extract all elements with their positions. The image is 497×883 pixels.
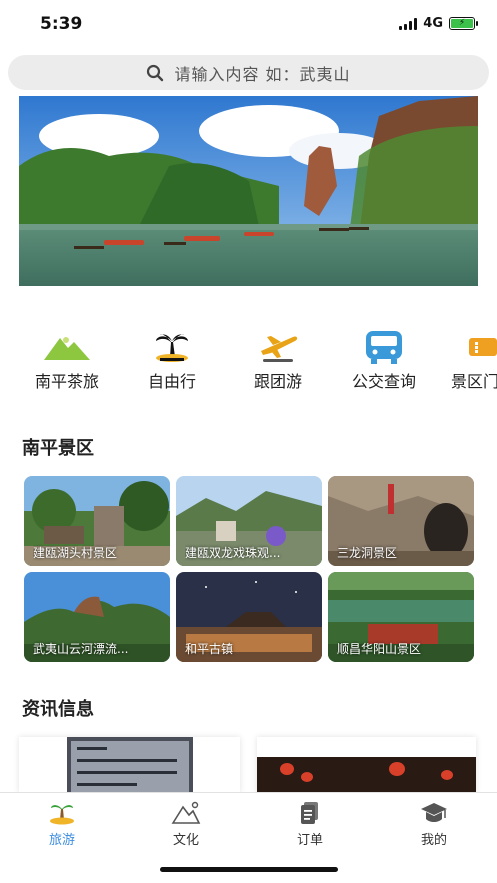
scenic-card[interactable]: 顺昌华阳山景区: [328, 572, 474, 662]
document-icon: [301, 802, 318, 824]
banner-carousel[interactable]: [19, 96, 478, 286]
status-bar: 5:39 4G ⚡: [0, 0, 497, 48]
scenic-card[interactable]: 三龙洞景区: [328, 476, 474, 566]
category-label: 跟团游: [253, 372, 302, 391]
news-thumbnail: [257, 737, 476, 793]
bus-icon: [366, 331, 402, 364]
palm-island-icon: [50, 805, 74, 825]
category-free-travel[interactable]: 自由行: [122, 330, 222, 392]
category-scenic-ticket[interactable]: 景区门: [437, 330, 497, 392]
signal-icon: [399, 17, 418, 30]
status-indicators: 4G ⚡: [399, 16, 478, 31]
graduation-cap-icon: [421, 803, 447, 822]
scenic-section-title: 南平景区: [22, 438, 94, 459]
tab-label: 旅游: [48, 833, 75, 848]
home-indicator: [160, 867, 338, 872]
news-card[interactable]: [19, 737, 240, 793]
category-label: 景区门: [451, 372, 497, 391]
ticket-icon: [469, 338, 497, 356]
tab-label: 文化: [172, 833, 199, 848]
category-bus-query[interactable]: 公交查询: [334, 330, 434, 392]
battery-icon: ⚡: [449, 17, 478, 30]
search-bar[interactable]: 请输入内容 如：武夷山: [8, 55, 489, 90]
category-tea-tour[interactable]: 南平茶旅: [17, 330, 117, 392]
news-thumbnail: [19, 737, 240, 793]
mountain-outline-icon: [171, 801, 201, 824]
scenic-card[interactable]: 建瓯湖头村景区: [24, 476, 170, 566]
scenic-card[interactable]: 和平古镇: [176, 572, 322, 662]
airplane-icon: [261, 336, 298, 362]
category-label: 南平茶旅: [34, 372, 99, 391]
palm-island-icon: [156, 334, 188, 362]
search-icon: [147, 64, 164, 81]
scenic-card[interactable]: 武夷山云河漂流...: [24, 572, 170, 662]
status-time: 5:39: [40, 14, 83, 34]
category-label: 自由行: [147, 372, 196, 391]
tab-label: 订单: [296, 833, 323, 848]
network-type: 4G: [423, 16, 443, 31]
category-group-tour[interactable]: 跟团游: [228, 330, 328, 392]
tea-mountain-icon: [44, 337, 90, 360]
news-section-title: 资讯信息: [22, 699, 94, 720]
tab-travel[interactable]: 旅游: [22, 801, 102, 848]
scenic-card[interactable]: 建瓯双龙戏珠观...: [176, 476, 322, 566]
category-label: 公交查询: [351, 372, 416, 391]
banner-image: [19, 96, 478, 286]
tab-orders[interactable]: 订单: [270, 801, 350, 848]
tab-mine[interactable]: 我的: [394, 801, 474, 848]
tab-label: 我的: [420, 833, 447, 848]
search-placeholder: 请输入内容 如：武夷山: [174, 64, 351, 84]
category-row: 南平茶旅 自由行 跟团游 公交查询 景区门: [0, 330, 497, 392]
tab-culture[interactable]: 文化: [146, 801, 226, 848]
news-card[interactable]: [257, 737, 476, 793]
